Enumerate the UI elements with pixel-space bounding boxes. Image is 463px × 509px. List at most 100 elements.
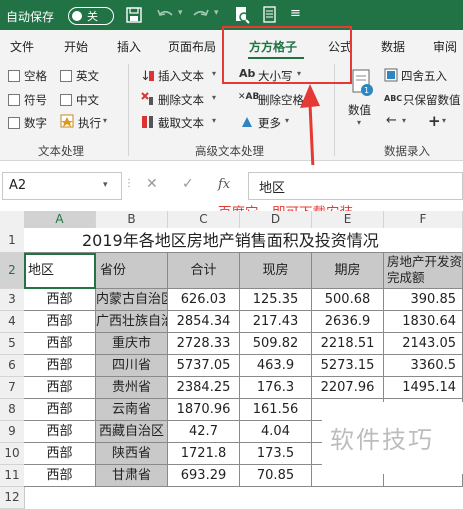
row-header[interactable]: 12 xyxy=(0,487,25,509)
table-cell[interactable]: 4.04 xyxy=(240,421,312,443)
table-cell[interactable]: 463.9 xyxy=(240,355,312,377)
add-icon[interactable]: + xyxy=(428,112,441,130)
undo-icon[interactable] xyxy=(156,8,174,22)
checkbox-number[interactable] xyxy=(8,117,20,129)
tab-review[interactable]: 审阅 xyxy=(433,38,457,55)
table-cell[interactable]: 西部 xyxy=(24,355,96,377)
column-header[interactable]: D xyxy=(240,211,312,229)
tab-insert[interactable]: 插入 xyxy=(117,38,141,55)
value-dropdown-icon[interactable]: ▾ xyxy=(357,118,361,127)
table-cell[interactable]: 693.29 xyxy=(168,465,240,487)
table-cell[interactable]: 161.56 xyxy=(240,399,312,421)
table-cell[interactable]: 西部 xyxy=(24,421,96,443)
table-cell[interactable]: 1870.96 xyxy=(168,399,240,421)
table-cell[interactable]: 重庆市 xyxy=(96,333,168,355)
enter-icon[interactable]: ✓ xyxy=(182,176,194,192)
table-cell[interactable]: 2728.33 xyxy=(168,333,240,355)
value-button[interactable]: 数值 xyxy=(348,102,371,118)
table-header-cell[interactable]: 省份 xyxy=(96,253,168,289)
autosave-toggle[interactable]: 关 xyxy=(68,7,114,25)
table-cell[interactable]: 2218.51 xyxy=(312,333,384,355)
table-cell[interactable]: 125.35 xyxy=(240,289,312,311)
row-header[interactable]: 5 xyxy=(0,333,25,355)
table-cell[interactable]: 西部 xyxy=(24,377,96,399)
table-cell[interactable]: 2636.9 xyxy=(312,311,384,333)
table-cell[interactable]: 5737.05 xyxy=(168,355,240,377)
table-cell[interactable]: 西部 xyxy=(24,465,96,487)
row-header[interactable]: 1 xyxy=(0,228,25,253)
delete-text-button[interactable]: 删除文本 xyxy=(158,92,204,108)
column-header[interactable]: E xyxy=(312,211,384,229)
row-header[interactable]: 3 xyxy=(0,289,25,311)
table-cell[interactable]: 1495.14 xyxy=(384,377,463,399)
table-cell[interactable]: 2207.96 xyxy=(312,377,384,399)
row-header[interactable]: 6 xyxy=(0,355,25,377)
table-cell[interactable]: 500.68 xyxy=(312,289,384,311)
arrow-dropdown-icon[interactable]: ▾ xyxy=(402,116,406,125)
more-dropdown-icon[interactable]: ▾ xyxy=(285,116,289,125)
table-header-cell[interactable]: 期房 xyxy=(312,253,384,289)
table-cell[interactable]: 626.03 xyxy=(168,289,240,311)
delete-text-dropdown-icon[interactable]: ▾ xyxy=(212,93,216,102)
table-cell[interactable]: 四川省 xyxy=(96,355,168,377)
round-button[interactable]: 四舍五入 xyxy=(401,68,447,84)
name-box[interactable]: A2 ▾ xyxy=(2,172,122,200)
insert-function-icon[interactable]: fx xyxy=(218,177,230,192)
table-cell[interactable]: 42.7 xyxy=(168,421,240,443)
execute-button[interactable]: 执行 xyxy=(78,115,101,131)
formula-input[interactable]: 地区 xyxy=(248,172,463,200)
row-header[interactable]: 4 xyxy=(0,311,25,333)
checkbox-chinese[interactable] xyxy=(60,94,72,106)
tab-page-layout[interactable]: 页面布局 xyxy=(168,38,216,55)
table-header-cell[interactable]: 房地产开发资完成额 xyxy=(384,253,463,289)
more-button[interactable]: 更多 xyxy=(258,115,281,131)
column-header[interactable]: B xyxy=(96,211,168,229)
column-header[interactable]: C xyxy=(168,211,240,229)
table-cell[interactable]: 70.85 xyxy=(240,465,312,487)
cancel-icon[interactable]: ✕ xyxy=(146,176,158,192)
table-cell[interactable]: 390.85 xyxy=(384,289,463,311)
checkbox-space[interactable] xyxy=(8,70,20,82)
row-header[interactable]: 11 xyxy=(0,465,25,487)
table-cell[interactable]: 3360.5 xyxy=(384,355,463,377)
select-all-corner[interactable] xyxy=(0,211,25,229)
keep-value-button[interactable]: 只保留数值 xyxy=(403,92,461,108)
table-cell[interactable]: 贵州省 xyxy=(96,377,168,399)
table-cell[interactable]: 西部 xyxy=(24,311,96,333)
insert-text-dropdown-icon[interactable]: ▾ xyxy=(212,69,216,78)
execute-dropdown-icon[interactable]: ▾ xyxy=(103,116,107,125)
undo-dropdown-icon[interactable]: ▾ xyxy=(178,8,183,18)
table-cell[interactable]: 2854.34 xyxy=(168,311,240,333)
table-cell[interactable]: 甘肃省 xyxy=(96,465,168,487)
customize-toolbar-icon[interactable]: ≡ xyxy=(290,6,301,21)
table-cell[interactable]: 陕西省 xyxy=(96,443,168,465)
table-cell[interactable]: 西部 xyxy=(24,289,96,311)
document-icon[interactable] xyxy=(262,6,278,24)
save-icon[interactable] xyxy=(126,7,142,23)
arrow-left-icon[interactable]: ← xyxy=(386,113,397,128)
table-cell[interactable]: 广西壮族自治区 xyxy=(96,311,168,333)
table-cell[interactable]: 2384.25 xyxy=(168,377,240,399)
row-header[interactable]: 8 xyxy=(0,399,25,421)
add-dropdown-icon[interactable]: ▾ xyxy=(442,116,446,125)
row-header[interactable]: 9 xyxy=(0,421,25,443)
redo-icon[interactable] xyxy=(192,8,210,22)
print-preview-icon[interactable] xyxy=(234,6,250,24)
table-cell[interactable]: 云南省 xyxy=(96,399,168,421)
table-cell[interactable]: 2143.05 xyxy=(384,333,463,355)
name-box-dropdown-icon[interactable]: ▾ xyxy=(103,180,108,190)
extract-text-dropdown-icon[interactable]: ▾ xyxy=(212,116,216,125)
table-cell[interactable]: 1830.64 xyxy=(384,311,463,333)
table-cell[interactable]: 西部 xyxy=(24,333,96,355)
tab-file[interactable]: 文件 xyxy=(10,38,34,55)
table-header-cell[interactable]: 地区 xyxy=(24,253,96,289)
table-cell[interactable]: 509.82 xyxy=(240,333,312,355)
column-header[interactable]: F xyxy=(384,211,463,229)
table-cell[interactable]: 西藏自治区 xyxy=(96,421,168,443)
table-header-cell[interactable]: 现房 xyxy=(240,253,312,289)
table-cell[interactable]: 176.3 xyxy=(240,377,312,399)
redo-dropdown-icon[interactable]: ▾ xyxy=(214,8,219,18)
table-cell[interactable]: 西部 xyxy=(24,443,96,465)
table-cell[interactable]: 西部 xyxy=(24,399,96,421)
table-header-cell[interactable]: 合计 xyxy=(168,253,240,289)
